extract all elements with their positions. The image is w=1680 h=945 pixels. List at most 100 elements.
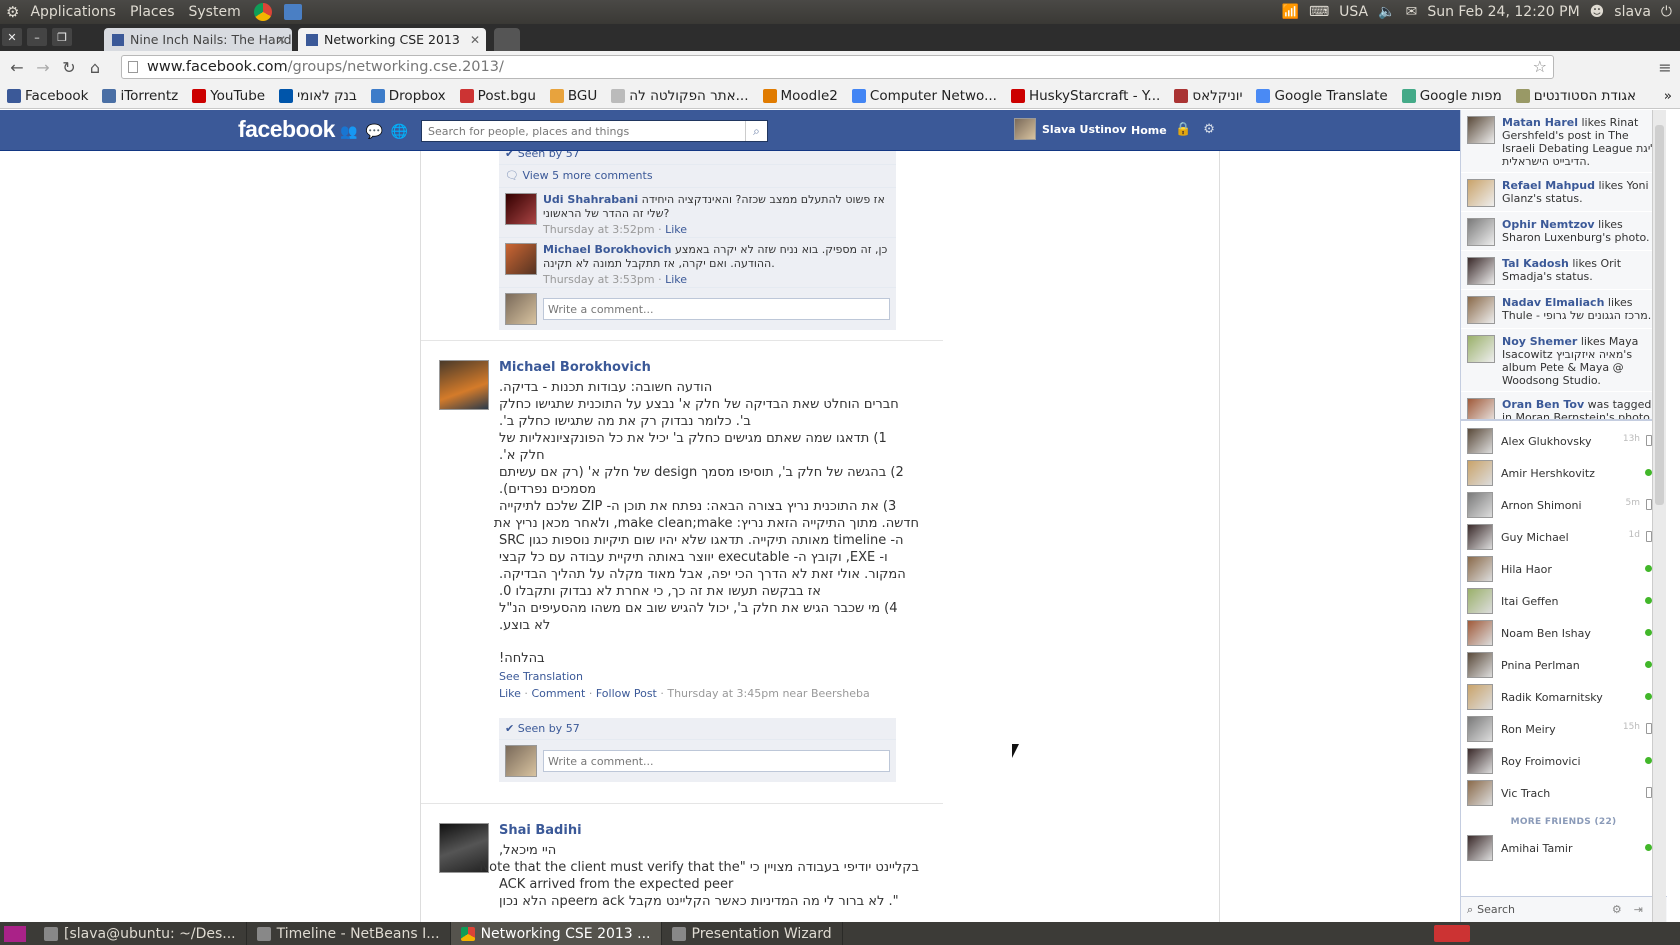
ticker-actor[interactable]: Ophir Nemtzov xyxy=(1502,218,1595,231)
notifications-icon[interactable]: 🌐 xyxy=(391,124,408,140)
chat-friend[interactable]: Pnina Perlman xyxy=(1461,649,1666,681)
comment-input[interactable]: Write a comment... xyxy=(543,298,890,320)
chat-friend[interactable]: Itai Geffen xyxy=(1461,585,1666,617)
bookmark-item[interactable]: YouTube xyxy=(185,88,272,104)
chat-friend[interactable]: Hila Haor xyxy=(1461,553,1666,585)
home-icon[interactable]: ⌂ xyxy=(82,54,108,80)
tab-networking-cse[interactable]: Networking CSE 2013 ✕ xyxy=(298,28,486,51)
seen-by-link[interactable]: Seen by 57 xyxy=(518,151,580,160)
comment-time[interactable]: Thursday at 3:53pm xyxy=(543,273,655,286)
ticker-story[interactable]: Matan Harel likes Rinat Gershfeld's post… xyxy=(1461,110,1666,173)
comment-author[interactable]: Udi Shahrabani xyxy=(543,193,638,206)
menu-icon[interactable]: ≡ xyxy=(1652,54,1678,80)
ubuntu-logo-icon[interactable]: ⚙ xyxy=(0,3,23,21)
chat-friend[interactable]: Radik Komarnitsky xyxy=(1461,681,1666,713)
forward-icon[interactable]: → xyxy=(30,54,56,80)
tab-close-icon[interactable]: ✕ xyxy=(470,33,480,47)
avatar[interactable] xyxy=(505,243,537,275)
see-translation-link[interactable]: See Translation xyxy=(499,670,583,683)
ticker-actor[interactable]: Noy Shemer xyxy=(1502,335,1577,348)
volume-icon[interactable]: 🔈 xyxy=(1378,4,1395,20)
taskbar-window[interactable]: [slava@ubuntu: ~/Des... xyxy=(34,922,247,945)
avatar[interactable] xyxy=(1467,116,1495,144)
profile-link[interactable]: Slava Ustinov xyxy=(1014,118,1127,140)
ticker-story[interactable]: Oran Ben Tov was tagged in Moran Bernste… xyxy=(1461,392,1666,419)
avatar[interactable] xyxy=(439,360,489,410)
view-more-link[interactable]: View 5 more comments xyxy=(522,169,652,182)
view-more-comments[interactable]: 🗨 View 5 more comments xyxy=(499,165,896,188)
bookmark-item[interactable]: אגודת הסטודנטים xyxy=(1509,88,1643,104)
post-author[interactable]: Shai Badihi xyxy=(499,823,919,838)
bookmark-item[interactable]: Post.bgu xyxy=(453,88,543,104)
chat-settings-icon[interactable]: ⚙ xyxy=(1612,903,1622,916)
bookmark-item[interactable]: Google Translate xyxy=(1249,88,1394,104)
menu-system[interactable]: System xyxy=(182,4,248,20)
messages-icon[interactable]: 💬 xyxy=(365,124,382,140)
avatar[interactable] xyxy=(1467,218,1495,246)
bookmark-item[interactable]: יוניקלאס xyxy=(1167,88,1249,104)
avatar[interactable] xyxy=(1467,335,1495,363)
bookmark-item[interactable]: HuskyStarcraft - Y... xyxy=(1004,88,1167,104)
bookmark-item[interactable]: אתר הפקולטה לה... xyxy=(604,88,755,104)
avatar[interactable] xyxy=(505,193,537,225)
menu-places[interactable]: Places xyxy=(123,4,182,20)
comment-like-link[interactable]: Like xyxy=(665,223,687,236)
chrome-launcher-icon[interactable] xyxy=(253,3,272,21)
bookmark-item[interactable]: Facebook xyxy=(0,88,95,104)
keyboard-icon[interactable]: ⌨ xyxy=(1309,4,1329,20)
chat-search-input[interactable]: Search xyxy=(1477,903,1608,916)
window-close-icon[interactable]: ✕ xyxy=(2,28,22,46)
user-name[interactable]: slava xyxy=(1614,4,1651,20)
keyboard-layout[interactable]: USA xyxy=(1339,4,1368,20)
taskbar-window[interactable]: Networking CSE 2013 ... xyxy=(450,922,662,945)
taskbar-window[interactable]: Presentation Wizard xyxy=(662,922,843,945)
settings-gear-icon[interactable]: ⚙ xyxy=(1203,122,1215,137)
tab-nine-inch-nails[interactable]: Nine Inch Nails: The Hand ✕ xyxy=(104,28,292,51)
bookmark-item[interactable]: Dropbox xyxy=(364,88,453,104)
window-maximize-icon[interactable]: ❐ xyxy=(52,28,72,46)
ticker-story[interactable]: Tal Kadosh likes Orit Smadja's status. xyxy=(1461,251,1666,290)
chat-search-bar[interactable]: ⌕ Search ⚙ ⇥ xyxy=(1461,896,1667,922)
wifi-icon[interactable]: 📶 xyxy=(1282,4,1299,20)
popout-icon[interactable]: ⇥ xyxy=(1634,903,1643,916)
window-minimize-icon[interactable]: – xyxy=(27,28,47,46)
mail-icon[interactable]: ✉ xyxy=(1406,4,1418,20)
tab-close-icon[interactable]: ✕ xyxy=(276,33,286,47)
seen-by-link[interactable]: Seen by 57 xyxy=(518,722,580,735)
ticker-actor[interactable]: Tal Kadosh xyxy=(1502,257,1569,270)
chrome-tray-icon[interactable] xyxy=(1434,925,1470,942)
chat-friend[interactable]: Ron Meiry 15h xyxy=(1461,713,1666,745)
comment-link[interactable]: Comment xyxy=(531,687,585,700)
bookmark-item[interactable]: בנק לאומי xyxy=(272,88,364,104)
ticker-story[interactable]: Ophir Nemtzov likes Sharon Luxenburg's p… xyxy=(1461,212,1666,251)
chat-friend[interactable]: Guy Michael 1d xyxy=(1461,521,1666,553)
comment-author[interactable]: Michael Borokhovich xyxy=(543,243,671,256)
bookmark-item[interactable]: Google מפות xyxy=(1395,88,1509,104)
new-tab-button[interactable] xyxy=(494,28,520,51)
ticker-actor[interactable]: Matan Harel xyxy=(1502,116,1578,129)
show-desktop-icon[interactable] xyxy=(4,925,26,942)
ticker-story[interactable]: Nadav Elmaliach likes Thule - מרכז הגגונ… xyxy=(1461,290,1666,329)
avatar[interactable] xyxy=(1467,179,1495,207)
bookmarks-overflow-icon[interactable]: » xyxy=(1664,88,1672,104)
friend-requests-icon[interactable]: 👥 xyxy=(340,124,357,140)
chat-friend[interactable]: Noam Ben Ishay xyxy=(1461,617,1666,649)
address-bar[interactable]: www.facebook.com/groups/networking.cse.2… xyxy=(121,55,1554,79)
menu-applications[interactable]: Applications xyxy=(23,4,123,20)
comment-like-link[interactable]: Like xyxy=(665,273,687,286)
home-link[interactable]: Home xyxy=(1131,124,1167,137)
back-icon[interactable]: ← xyxy=(4,54,30,80)
chat-friend[interactable]: Alex Glukhovsky 13h xyxy=(1461,425,1666,457)
comment-time[interactable]: Thursday at 3:52pm xyxy=(543,223,655,236)
network-manager-launcher-icon[interactable] xyxy=(283,4,302,20)
clock[interactable]: Sun Feb 24, 12:20 PM xyxy=(1427,4,1579,20)
avatar[interactable] xyxy=(1467,398,1495,419)
bookmark-item[interactable]: Computer Netwo... xyxy=(845,88,1004,104)
search-icon[interactable]: ⌕ xyxy=(745,121,767,141)
chat-friend[interactable]: Arnon Shimoni 5m xyxy=(1461,489,1666,521)
facebook-logo[interactable]: facebook xyxy=(238,116,335,143)
scrollbar[interactable] xyxy=(1652,110,1666,922)
like-link[interactable]: Like xyxy=(499,687,521,700)
ticker-actor[interactable]: Refael Mahpud xyxy=(1502,179,1595,192)
bookmark-star-icon[interactable]: ☆ xyxy=(1533,57,1547,76)
